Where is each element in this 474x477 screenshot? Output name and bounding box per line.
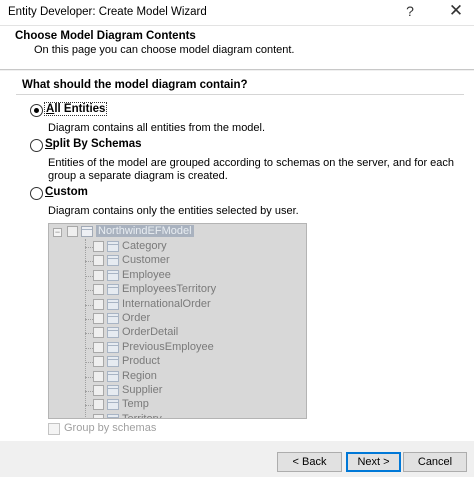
entity-icon [107, 385, 119, 396]
tree-connector [85, 304, 93, 306]
page-title: Choose Model Diagram Contents [15, 30, 196, 42]
tree-checkbox[interactable] [93, 385, 104, 396]
entity-icon [107, 413, 119, 418]
option-split-label[interactable]: Split By Schemas [45, 138, 142, 150]
option-all-entities-rest: ll Entities [54, 103, 106, 115]
radio-selected-dot [34, 108, 39, 113]
tree-connector [85, 247, 93, 248]
wizard-header: Choose Model Diagram Contents On this pa… [0, 26, 474, 70]
tree-root-label: NorthwindEFModel [96, 225, 194, 237]
radio-all-entities[interactable] [30, 104, 43, 117]
tree-connector [85, 290, 93, 292]
accesskey-s: S [45, 138, 53, 150]
entity-icon [107, 298, 119, 310]
tree-checkbox[interactable] [93, 298, 104, 310]
tree-connector [85, 391, 93, 392]
tree-connector [85, 261, 93, 263]
tree-item-label: OrderDetail [122, 326, 179, 339]
entity-icon [107, 370, 119, 382]
entity-tree[interactable]: − NorthwindEFModel Category Customer Emplo… [48, 223, 307, 419]
tree-checkbox[interactable] [93, 284, 104, 296]
entity-icon [107, 313, 119, 324]
tree-item-label: InternationalOrder [122, 297, 211, 310]
tree-item-label: Territory [122, 412, 162, 419]
tree-item-label: Region [122, 369, 157, 382]
tree-item-label: PreviousEmployee [122, 340, 214, 353]
entity-icon [107, 327, 119, 339]
option-all-entities-label[interactable]: All Entities [43, 102, 108, 116]
tree-item-label: Order [122, 312, 151, 324]
close-icon[interactable]: ✕ [444, 1, 468, 21]
tree-connector [85, 275, 93, 277]
option-custom-desc: Diagram contains only the entities selec… [48, 205, 299, 217]
help-icon[interactable]: ? [400, 3, 420, 19]
title-bar: Entity Developer: Create Model Wizard ? … [0, 0, 474, 26]
tree-connector [85, 405, 93, 407]
tree-checkbox[interactable] [93, 356, 104, 368]
tree-checkbox[interactable] [93, 399, 104, 411]
tree-checkbox[interactable] [93, 269, 104, 281]
divider [16, 94, 464, 95]
tree-checkbox[interactable] [93, 370, 104, 382]
tree-item-label: Category [122, 240, 167, 252]
radio-split-by-schemas[interactable] [30, 139, 43, 152]
option-custom-rest: ustom [53, 186, 88, 198]
entity-icon [107, 341, 119, 353]
tree-guide-line [85, 239, 86, 418]
tree-item-label: Customer [122, 254, 170, 267]
tree-checkbox[interactable] [93, 313, 104, 324]
entity-icon [107, 241, 119, 252]
tree-connector [85, 333, 93, 335]
entity-icon [107, 356, 119, 368]
tree-checkbox[interactable] [93, 341, 104, 353]
next-button[interactable]: Next > [346, 452, 401, 472]
wizard-content: What should the model diagram contain? A… [0, 71, 474, 441]
option-split-rest: plit By Schemas [52, 138, 142, 150]
tree-checkbox[interactable] [93, 241, 104, 252]
entity-icon [107, 269, 119, 281]
cancel-button[interactable]: Cancel [403, 452, 467, 472]
window-title: Entity Developer: Create Model Wizard [8, 6, 207, 18]
tree-item-label: Temp [122, 398, 149, 411]
tree-checkbox[interactable] [93, 413, 104, 418]
option-custom-label[interactable]: Custom [45, 186, 88, 198]
tree-checkbox[interactable] [93, 327, 104, 339]
tree-checkbox[interactable] [67, 226, 78, 237]
tree-checkbox[interactable] [93, 255, 104, 267]
option-split-desc: Entities of the model are grouped accord… [48, 157, 455, 182]
option-all-entities-desc: Diagram contains all entities from the m… [48, 122, 266, 134]
tree-item-label: EmployeesTerritory [122, 283, 217, 296]
entity-icon [107, 284, 119, 296]
back-button[interactable]: < Back [277, 452, 342, 472]
tree-item-label: Employee [122, 268, 171, 281]
model-icon [81, 226, 93, 237]
group-by-schemas-label[interactable]: Group by schemas [64, 422, 156, 434]
entity-icon [107, 255, 119, 267]
radio-custom[interactable] [30, 187, 43, 200]
tree-item-label: Product [122, 355, 160, 368]
tree-item-label: Supplier [122, 384, 163, 396]
page-subtitle: On this page you can choose model diagra… [34, 44, 295, 56]
group-by-schemas-checkbox[interactable] [48, 423, 60, 435]
tree-connector [85, 347, 93, 349]
tree-connector [85, 376, 93, 378]
question-label: What should the model diagram contain? [22, 79, 248, 91]
tree-connector [85, 362, 93, 364]
tree-connector [85, 319, 93, 320]
entity-icon [107, 399, 119, 411]
collapse-icon[interactable]: − [53, 228, 62, 237]
